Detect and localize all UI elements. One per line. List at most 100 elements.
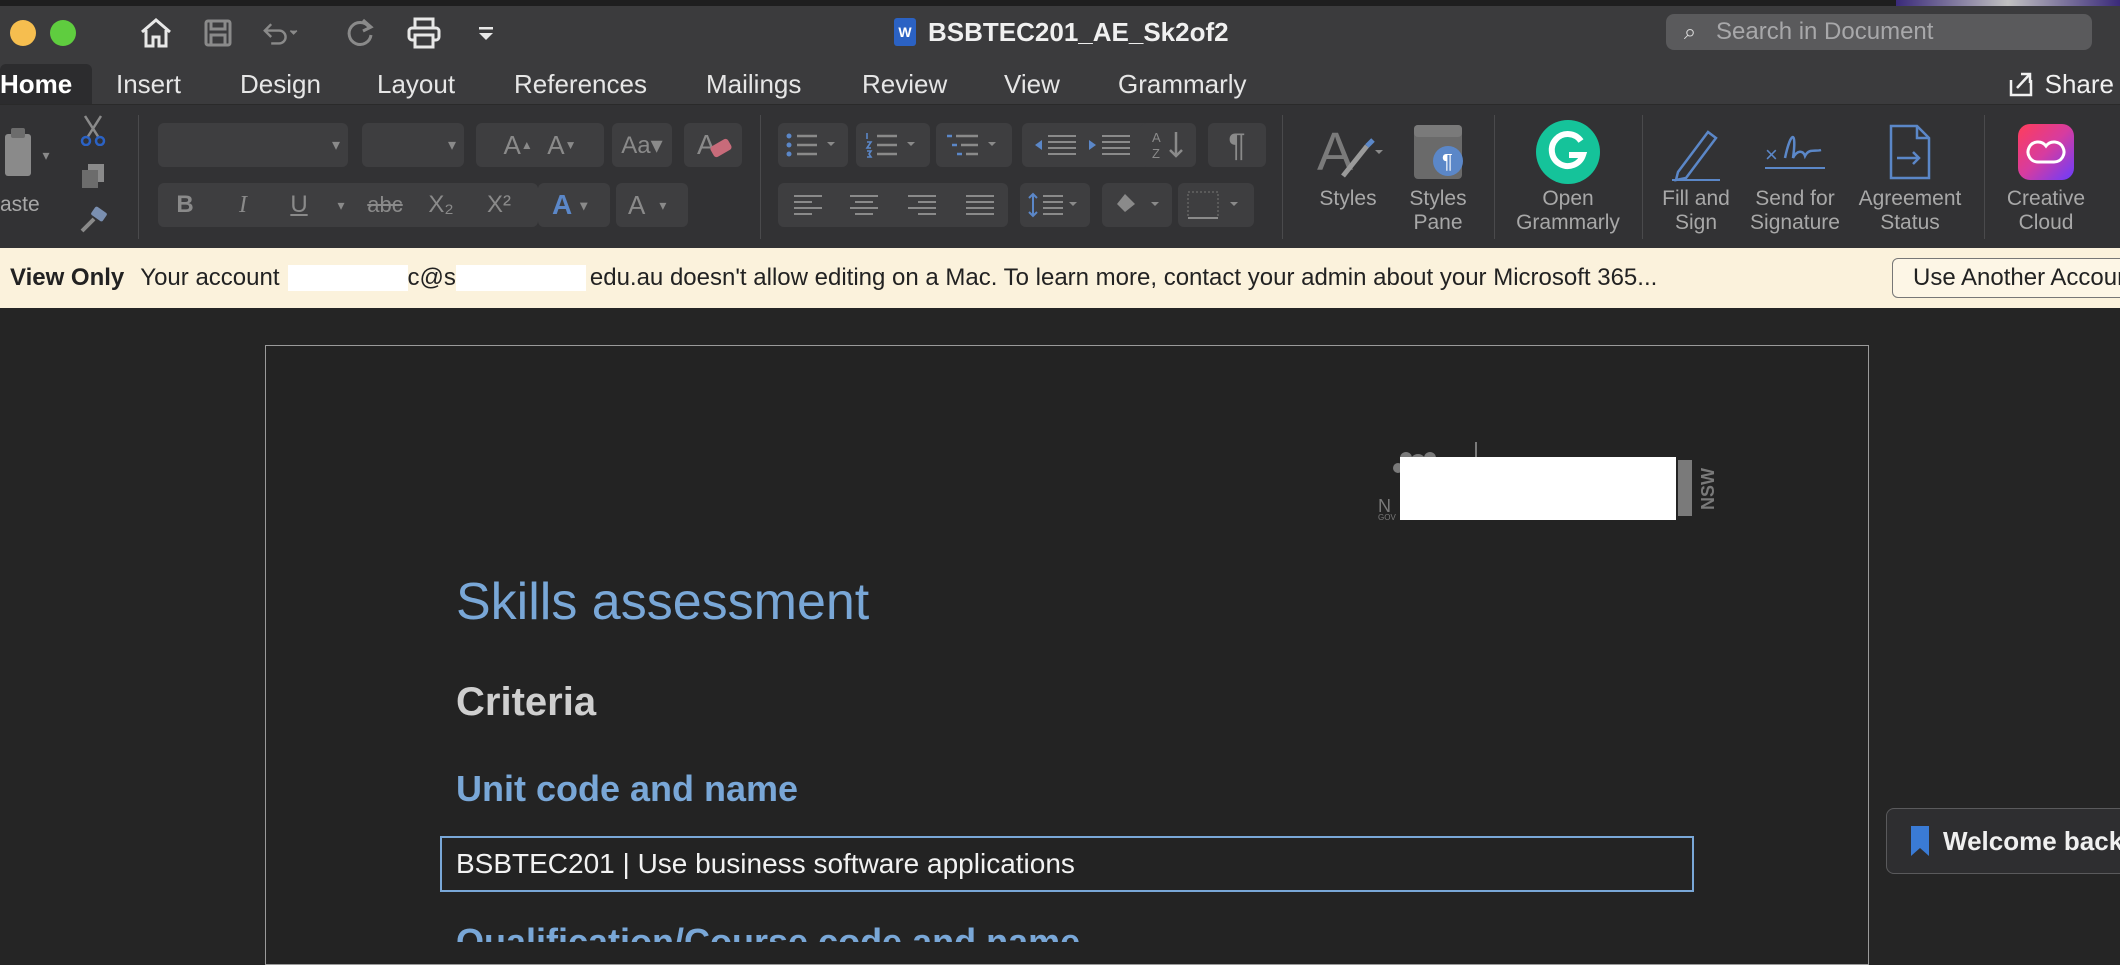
strikethrough-button[interactable]: abc — [360, 187, 410, 223]
redacted-domain — [455, 265, 586, 291]
subscript-button[interactable]: X₂ — [416, 187, 466, 223]
shading-button[interactable] — [1102, 183, 1172, 227]
view-only-banner: View Only Your account c@s edu.au doesn'… — [0, 248, 2120, 308]
qualification-heading[interactable]: Qualification/Course code and name — [456, 922, 1080, 942]
align-right-button[interactable] — [898, 187, 946, 223]
ribbon-divider — [1642, 115, 1643, 239]
tab-grammarly[interactable]: Grammarly — [1118, 64, 1247, 104]
paint-bucket-icon — [1117, 194, 1159, 212]
menu-bar-strip — [0, 0, 2120, 6]
styles-pane-button[interactable]: ¶ Styles Pane — [1396, 117, 1480, 235]
italic-button[interactable]: I — [222, 187, 264, 223]
send-for-signature-button[interactable]: × Send for Signature — [1744, 117, 1846, 235]
styles-button[interactable]: A Styles — [1300, 117, 1396, 211]
unit-code-heading[interactable]: Unit code and name — [456, 768, 798, 810]
bullet-list-icon — [786, 133, 835, 157]
tab-home[interactable]: Home — [0, 64, 93, 104]
align-center-icon — [850, 195, 878, 215]
criteria-heading[interactable]: Criteria — [456, 680, 596, 725]
align-center-button[interactable] — [840, 187, 888, 223]
ribbon-divider — [760, 115, 761, 239]
numbered-list-icon — [865, 133, 915, 158]
use-another-account-button[interactable]: Use Another Account — [1892, 258, 2120, 298]
share-button[interactable]: Share — [2007, 64, 2120, 104]
tab-review[interactable]: Review — [862, 64, 947, 104]
bullets-button[interactable] — [778, 123, 848, 167]
styles-icon: A — [1313, 117, 1383, 187]
nsw-logo-text: NSW — [1698, 468, 1718, 510]
tab-references[interactable]: References — [514, 64, 647, 104]
open-grammarly-button[interactable]: Open Grammarly — [1506, 117, 1630, 235]
creative-cloud-button[interactable]: Creative Cloud — [1996, 117, 2096, 235]
agreement-status-button[interactable]: Agreement Status — [1854, 117, 1966, 235]
indent-buttons[interactable] — [1022, 123, 1150, 167]
ribbon-divider — [1494, 115, 1495, 239]
borders-button[interactable] — [1178, 183, 1254, 227]
styles-pane-icon: ¶ — [1403, 117, 1473, 187]
font-name-dropdown[interactable]: ▾ — [158, 123, 348, 167]
chevron-down-icon: ▾ — [659, 196, 667, 213]
superscript-button[interactable]: X² — [474, 187, 524, 223]
tab-layout[interactable]: Layout — [377, 64, 455, 104]
bold-button[interactable]: B — [164, 187, 206, 223]
multilevel-list-button[interactable] — [936, 123, 1012, 167]
search-input[interactable] — [1714, 17, 2078, 47]
copy-icon[interactable] — [76, 159, 110, 193]
share-icon — [2009, 72, 2032, 97]
notice-text-end: edu.au doesn't allow editing on a Mac. T… — [589, 264, 1658, 291]
font-color-button[interactable]: A ▾ — [616, 183, 688, 227]
zoom-window-button[interactable] — [50, 20, 76, 46]
justify-icon — [966, 195, 994, 215]
search-in-document[interactable]: ⌕ — [1666, 14, 2092, 50]
styles-pane-label-1: Styles — [1409, 187, 1467, 210]
unit-code-value: BSBTEC201 | Use business software applic… — [456, 848, 1075, 879]
tab-view[interactable]: View — [1004, 64, 1060, 104]
sort-button[interactable]: AZ — [1140, 123, 1196, 167]
tab-design[interactable]: Design — [240, 64, 321, 104]
svg-text:¶: ¶ — [1442, 151, 1453, 173]
underline-options-chevron-icon[interactable]: ▾ — [326, 187, 356, 223]
home-icon[interactable] — [136, 14, 176, 52]
word-document-icon: W — [894, 18, 916, 46]
line-spacing-button[interactable] — [1020, 183, 1090, 227]
redacted-email — [287, 265, 408, 291]
styles-pane-label-2: Pane — [1413, 211, 1463, 234]
undo-icon[interactable] — [260, 14, 300, 52]
svg-text:×: × — [1765, 142, 1778, 167]
change-case-button[interactable]: Aa▾ — [612, 123, 672, 167]
underline-button[interactable]: U — [278, 187, 320, 223]
font-size-dropdown[interactable]: ▾ — [362, 123, 464, 167]
show-formatting-marks-button[interactable]: ¶ — [1208, 123, 1266, 167]
fill-and-sign-button[interactable]: Fill and Sign — [1654, 117, 1738, 235]
paste-label: aste — [0, 193, 40, 216]
document-heading-title[interactable]: Skills assessment — [456, 572, 869, 632]
search-icon[interactable]: ⌕ — [1666, 19, 1714, 45]
tab-insert[interactable]: Insert — [116, 64, 181, 104]
minimize-window-button[interactable] — [10, 20, 36, 46]
grow-shrink-font-buttons[interactable]: A ▲ A ▼ — [476, 123, 604, 167]
align-left-button[interactable] — [784, 187, 832, 223]
signature-icon: × — [1760, 117, 1830, 187]
cut-icon[interactable] — [76, 113, 110, 147]
justify-button[interactable] — [956, 187, 1004, 223]
text-effects-button[interactable]: A ▾ — [538, 183, 610, 227]
welcome-back-popup[interactable]: Welcome back — [1886, 808, 2120, 874]
svg-text:A: A — [1152, 130, 1161, 145]
numbering-button[interactable] — [856, 123, 930, 167]
clear-formatting-button[interactable]: A — [684, 123, 742, 167]
tab-mailings[interactable]: Mailings — [706, 64, 801, 104]
customize-toolbar-icon[interactable] — [466, 14, 506, 52]
redo-icon[interactable] — [340, 14, 380, 52]
align-right-icon — [908, 195, 936, 215]
format-painter-icon[interactable] — [76, 203, 110, 237]
print-icon[interactable] — [404, 14, 444, 52]
grammarly-icon — [1533, 117, 1603, 187]
notice-text-start: Your account — [140, 264, 280, 291]
creative-cloud-icon — [2011, 117, 2081, 187]
chevron-down-icon: ▾ — [580, 196, 588, 213]
decrease-indent-icon — [1035, 135, 1076, 155]
paste-options-chevron-icon[interactable]: ▾ — [36, 145, 56, 165]
save-icon[interactable] — [198, 14, 238, 52]
unit-code-field[interactable]: BSBTEC201 | Use business software applic… — [440, 836, 1694, 892]
title-bar: W BSBTEC201_AE_Sk2of2 ⌕ — [0, 0, 2120, 64]
